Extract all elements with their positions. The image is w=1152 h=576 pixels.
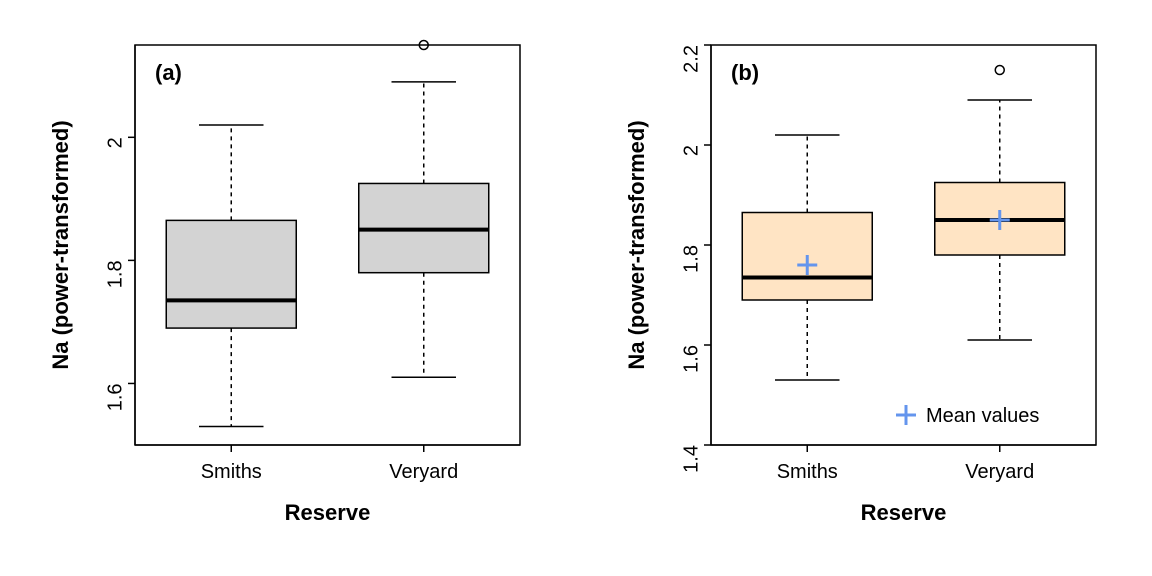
y-ticks-b: 1.4 1.6 1.8 2 2.2 <box>680 45 711 473</box>
box-smiths-a <box>166 125 296 427</box>
panel-b: (b) 1.4 1.6 1.8 2 2.2 Na (power-transfor… <box>576 0 1152 576</box>
x-ticks-a: Smiths Veryard <box>201 445 459 483</box>
legend-label: Mean values <box>926 405 1039 427</box>
svg-text:Smiths: Smiths <box>201 461 262 483</box>
x-axis-title-b: Reserve <box>861 500 947 525</box>
box-veryard-a <box>359 41 489 378</box>
svg-text:1.4: 1.4 <box>680 445 702 473</box>
outlier-icon <box>995 66 1004 75</box>
svg-text:2: 2 <box>680 145 702 156</box>
y-axis-title-b: Na (power-transformed) <box>624 120 649 369</box>
panel-label-a: (a) <box>155 60 182 85</box>
legend: Mean values <box>896 405 1039 427</box>
svg-text:2.2: 2.2 <box>680 45 702 73</box>
svg-text:Veryard: Veryard <box>389 461 458 483</box>
x-axis-title-a: Reserve <box>285 500 371 525</box>
y-axis-title-a: Na (power-transformed) <box>48 120 73 369</box>
y-ticks-a: 1.6 1.8 2 <box>104 137 135 411</box>
box-smiths-b <box>742 135 872 380</box>
svg-text:1.6: 1.6 <box>680 345 702 373</box>
x-ticks-b: Smiths Veryard <box>777 445 1035 483</box>
legend-marker-icon <box>896 405 916 425</box>
svg-text:2: 2 <box>104 137 126 148</box>
box-veryard-b <box>935 66 1065 341</box>
svg-text:1.6: 1.6 <box>104 383 126 411</box>
panel-label-b: (b) <box>731 60 759 85</box>
svg-text:1.8: 1.8 <box>104 260 126 288</box>
svg-text:1.8: 1.8 <box>680 245 702 273</box>
svg-text:Veryard: Veryard <box>965 461 1034 483</box>
chart-container: (a) 1.6 1.8 2 Na (power-transformed) Smi… <box>0 0 1152 576</box>
svg-text:Smiths: Smiths <box>777 461 838 483</box>
panel-a: (a) 1.6 1.8 2 Na (power-transformed) Smi… <box>0 0 576 576</box>
